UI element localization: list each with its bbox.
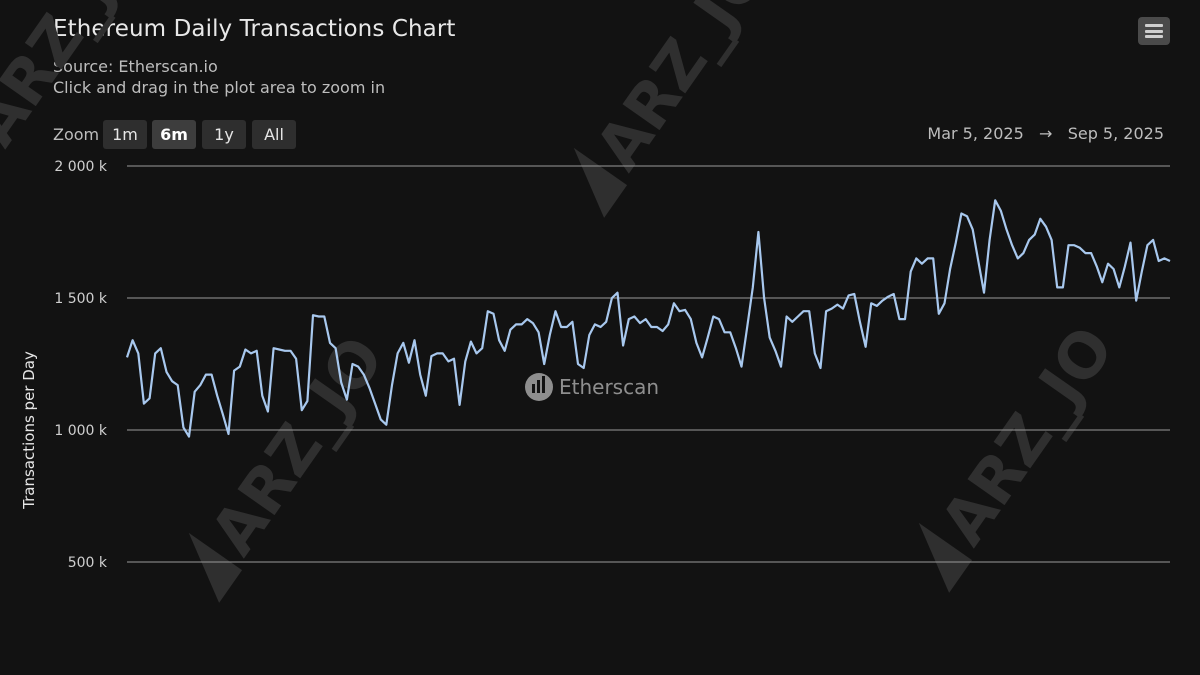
y-tick-label: 500 k <box>68 555 108 571</box>
etherscan-brand-text: Etherscan <box>559 375 659 399</box>
y-tick-label: 1 500 k <box>54 291 108 307</box>
watermark-layer: ARZ_JO ARZ_JO ARZ_JO ARZ_JO <box>0 0 1128 603</box>
svg-text:ARZ_JO: ARZ_JO <box>0 0 159 159</box>
transactions-chart[interactable]: ARZ_JO ARZ_JO ARZ_JO ARZ_JO 500 k 1 000 k… <box>0 0 1200 675</box>
y-axis-title: Transactions per Day <box>20 351 38 510</box>
arzjo-watermark: ARZ_JO <box>188 323 398 603</box>
etherscan-brand: Etherscan <box>525 373 659 401</box>
arzjo-watermark: ARZ_JO <box>0 0 159 159</box>
arzjo-watermark: ARZ_JO <box>573 0 783 218</box>
y-tick-labels: 500 k 1 000 k 1 500 k 2 000 k <box>54 159 108 571</box>
svg-text:ARZ_JO: ARZ_JO <box>581 0 783 183</box>
svg-text:ARZ_JO: ARZ_JO <box>926 313 1128 558</box>
y-tick-label: 1 000 k <box>54 423 108 439</box>
y-tick-label: 2 000 k <box>54 159 108 175</box>
arzjo-watermark: ARZ_JO <box>918 313 1128 593</box>
